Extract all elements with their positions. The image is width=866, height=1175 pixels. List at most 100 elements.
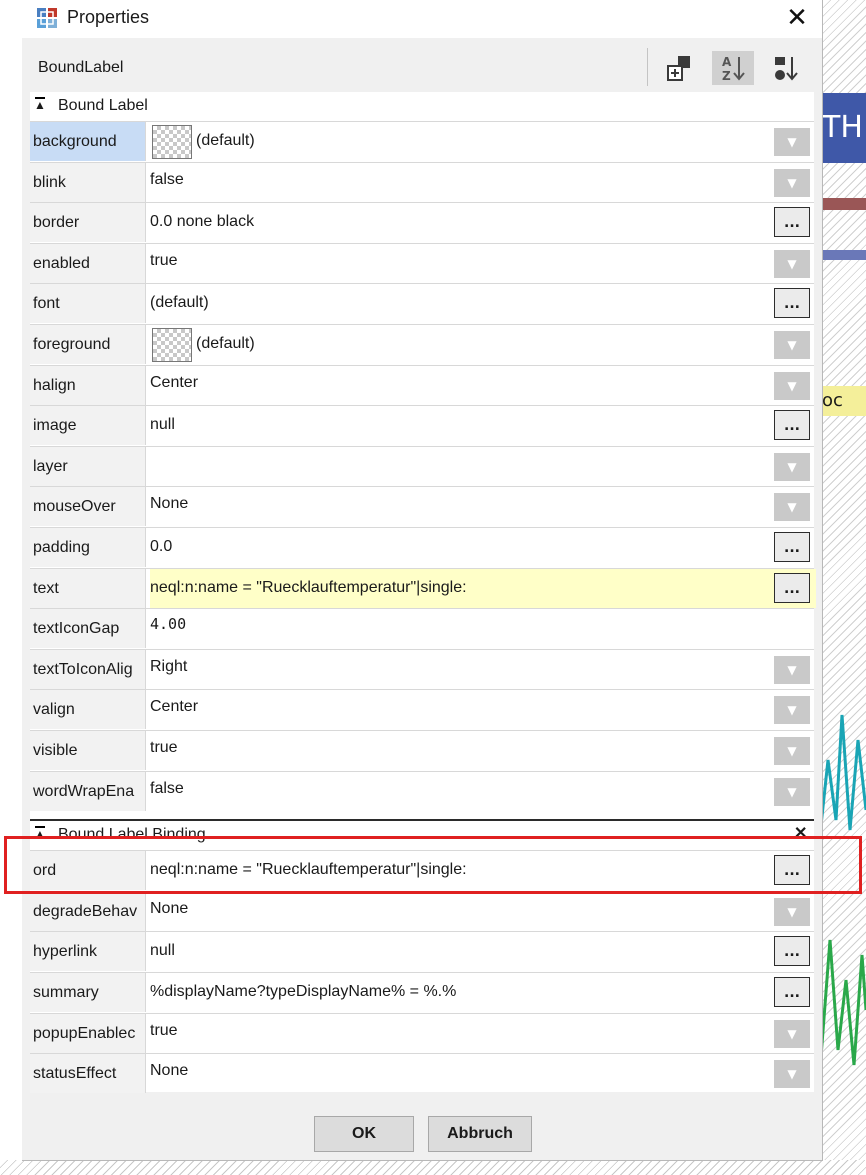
property-value[interactable]: null [150, 932, 770, 971]
property-row-layer[interactable]: layer ▼ [30, 446, 814, 486]
dropdown-button[interactable]: ▼ [774, 1060, 810, 1088]
ellipsis-button[interactable]: ... [774, 288, 810, 318]
property-value[interactable]: Center [150, 366, 770, 405]
property-value[interactable]: true [150, 731, 770, 770]
property-name[interactable]: degradeBehav [30, 892, 146, 931]
ok-button[interactable]: OK [314, 1116, 414, 1152]
property-value[interactable]: neql:n:name = "Ruecklauftemperatur"|sing… [150, 569, 816, 608]
property-value[interactable]: 4.00 [150, 609, 770, 648]
ellipsis-button[interactable]: ... [774, 532, 810, 562]
sort-alphabetical-button[interactable]: A Z [712, 51, 754, 85]
property-name[interactable]: textIconGap [30, 609, 146, 648]
property-row-font[interactable]: font (default)... [30, 283, 814, 323]
property-value[interactable]: 0.0 [150, 528, 770, 567]
property-name[interactable]: layer [30, 447, 146, 486]
property-name[interactable]: blink [30, 163, 146, 202]
section-header[interactable]: ▲ Bound Label [30, 92, 814, 120]
dropdown-button[interactable]: ▼ [774, 1020, 810, 1048]
dropdown-button[interactable]: ▼ [774, 898, 810, 926]
property-value[interactable]: None [150, 1054, 770, 1093]
color-swatch[interactable] [152, 328, 192, 362]
property-value[interactable]: (default) [150, 122, 770, 161]
dropdown-button[interactable]: ▼ [774, 250, 810, 278]
property-value[interactable]: null [150, 406, 770, 445]
property-row-statuseffect[interactable]: statusEffect None ▼ [30, 1053, 814, 1093]
property-name[interactable]: summary [30, 973, 146, 1012]
property-row-mouseover[interactable]: mouseOver None ▼ [30, 486, 814, 526]
property-value[interactable]: Center [150, 690, 770, 729]
property-name[interactable]: border [30, 203, 146, 242]
property-value[interactable]: false [150, 163, 770, 202]
property-name[interactable]: font [30, 284, 146, 323]
property-name[interactable]: image [30, 406, 146, 445]
property-row-summary[interactable]: summary %displayName?typeDisplayName% = %… [30, 972, 814, 1012]
property-name[interactable]: background [30, 122, 146, 161]
dropdown-button[interactable]: ▼ [774, 696, 810, 724]
ellipsis-button[interactable]: ... [774, 410, 810, 440]
property-name[interactable]: visible [30, 731, 146, 770]
property-name[interactable]: popupEnablec [30, 1014, 146, 1053]
property-name[interactable]: foreground [30, 325, 146, 364]
property-name[interactable]: wordWrapEna [30, 772, 146, 811]
property-name[interactable]: hyperlink [30, 932, 146, 971]
property-value[interactable] [150, 447, 770, 486]
dropdown-button[interactable]: ▼ [774, 372, 810, 400]
property-value[interactable]: true [150, 1014, 770, 1053]
property-row-hyperlink[interactable]: hyperlink null... [30, 931, 814, 971]
property-row-padding[interactable]: padding 0.0... [30, 527, 814, 567]
property-value[interactable]: (default) [150, 325, 770, 364]
property-row-texticongap[interactable]: textIconGap 4.00 [30, 608, 814, 648]
property-row-background[interactable]: background (default) ▼ [30, 121, 814, 161]
categorized-view-button[interactable] [660, 51, 702, 85]
close-button[interactable]: ✕ [780, 2, 814, 34]
dropdown-button[interactable]: ▼ [774, 169, 810, 197]
property-row-enabled[interactable]: enabled true ▼ [30, 243, 814, 283]
property-row-degradebehav[interactable]: degradeBehav None ▼ [30, 891, 814, 931]
dropdown-button[interactable]: ▼ [774, 656, 810, 684]
dropdown-button[interactable]: ▼ [774, 493, 810, 521]
property-name[interactable]: enabled [30, 244, 146, 283]
property-value[interactable]: None [150, 487, 770, 526]
color-swatch[interactable] [152, 125, 192, 159]
annotation-highlight-box [4, 836, 862, 894]
property-value[interactable]: Right [150, 650, 770, 689]
property-name[interactable]: padding [30, 528, 146, 567]
property-row-blink[interactable]: blink false ▼ [30, 162, 814, 202]
property-row-texttoiconalig[interactable]: textToIconAlig Right ▼ [30, 649, 814, 689]
dropdown-button[interactable]: ▼ [774, 737, 810, 765]
property-name[interactable]: mouseOver [30, 487, 146, 526]
property-value[interactable]: false [150, 772, 770, 811]
add-category-icon [667, 56, 690, 81]
property-value[interactable]: 0.0 none black [150, 203, 770, 242]
property-name[interactable]: statusEffect [30, 1054, 146, 1093]
property-row-wordwrapena[interactable]: wordWrapEna false ▼ [30, 771, 814, 811]
property-name[interactable]: halign [30, 366, 146, 405]
property-row-text[interactable]: text neql:n:name = "Ruecklauftemperatur"|… [30, 568, 816, 608]
title-bar[interactable]: Properties ✕ [22, 0, 822, 38]
ellipsis-button[interactable]: ... [774, 977, 810, 1007]
chevron-down-icon: ▼ [787, 460, 797, 474]
property-value[interactable]: true [150, 244, 770, 283]
property-row-image[interactable]: image null... [30, 405, 814, 445]
property-value[interactable]: %displayName?typeDisplayName% = %.% [150, 973, 770, 1012]
property-row-halign[interactable]: halign Center ▼ [30, 365, 814, 405]
property-name[interactable]: valign [30, 690, 146, 729]
cancel-button[interactable]: Abbruch [428, 1116, 532, 1152]
property-row-popupenablec[interactable]: popupEnablec true ▼ [30, 1013, 814, 1053]
property-row-visible[interactable]: visible true ▼ [30, 730, 814, 770]
dropdown-button[interactable]: ▼ [774, 453, 810, 481]
property-row-valign[interactable]: valign Center ▼ [30, 689, 814, 729]
property-value[interactable]: None [150, 892, 770, 931]
ellipsis-button[interactable]: ... [774, 207, 810, 237]
dropdown-button[interactable]: ▼ [774, 331, 810, 359]
property-row-foreground[interactable]: foreground (default) ▼ [30, 324, 814, 364]
sort-order-button[interactable] [764, 51, 806, 85]
property-name[interactable]: text [30, 569, 146, 608]
dropdown-button[interactable]: ▼ [774, 128, 810, 156]
property-value[interactable]: (default) [150, 284, 770, 323]
dropdown-button[interactable]: ▼ [774, 778, 810, 806]
ellipsis-button[interactable]: ... [774, 573, 810, 603]
property-name[interactable]: textToIconAlig [30, 650, 146, 689]
ellipsis-button[interactable]: ... [774, 936, 810, 966]
property-row-border[interactable]: border 0.0 none black... [30, 202, 814, 242]
